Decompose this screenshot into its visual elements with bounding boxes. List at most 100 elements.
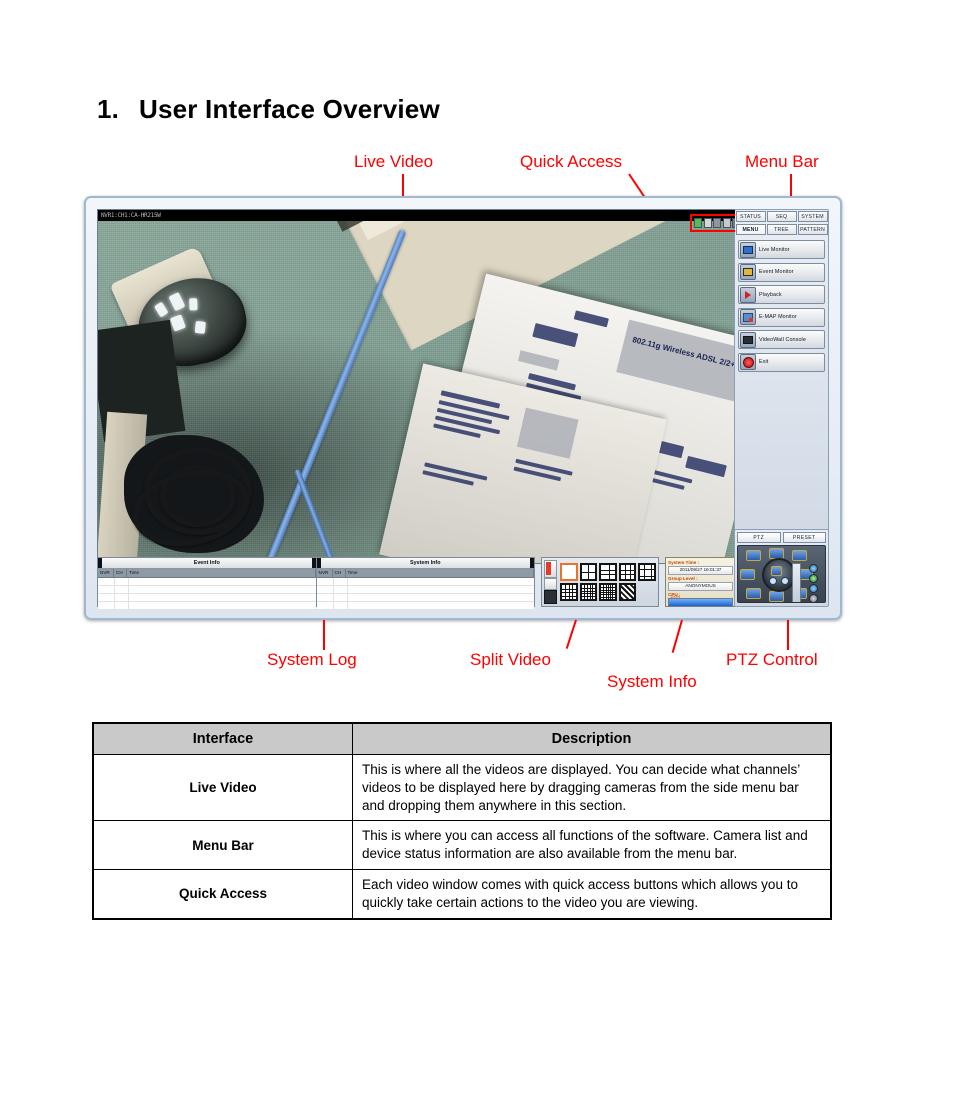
table-row[interactable]	[98, 578, 316, 586]
table-row[interactable]	[98, 602, 316, 610]
menu-button-live-monitor[interactable]: Live Monitor	[738, 240, 825, 259]
split-layout-4[interactable]	[579, 563, 598, 581]
leader-system-log	[323, 620, 325, 650]
ptz-zoom-in-icon[interactable]	[769, 577, 777, 585]
event-info-columns: NVR CH Time	[98, 569, 316, 578]
ptz-zoom-out-icon[interactable]	[781, 577, 789, 585]
table-row[interactable]	[98, 594, 316, 602]
column-ch: CH	[114, 569, 127, 577]
menu-button-event-monitor[interactable]: Event Monitor	[738, 262, 825, 282]
quick-access-ptz-icon[interactable]	[722, 218, 731, 228]
split-layout-36[interactable]	[599, 583, 617, 601]
video-osd-label: NVR1:CH1:CA-HR215W	[98, 210, 735, 221]
system-time-value: 2011/09/27 16:01:37	[668, 566, 733, 575]
tab-status[interactable]: STATUS	[735, 211, 766, 222]
ptz-tabs: PTZ PRESET	[737, 532, 826, 543]
ptz-down-left-button[interactable]	[746, 588, 761, 599]
menu-button-label: Playback	[759, 291, 782, 298]
menu-tabs-top: STATUS SEQ SYSTEM	[735, 210, 828, 223]
table-row: Menu Bar This is where you can access al…	[92, 820, 832, 871]
cell-interface: Live Video	[92, 753, 353, 822]
play-icon	[740, 286, 756, 303]
split-layout-13[interactable]	[638, 563, 656, 581]
event-info-title: Event Info	[98, 558, 316, 569]
header-description: Description	[352, 722, 832, 755]
ptz-down-button[interactable]	[769, 591, 784, 602]
monitor-icon	[740, 241, 756, 258]
quick-access-audio-icon[interactable]	[713, 218, 721, 228]
system-info-columns: NVR CH Time	[316, 569, 534, 578]
ptz-iris-icon[interactable]	[808, 574, 818, 583]
table-row: Quick Access Each video window comes wit…	[92, 869, 832, 920]
table-row[interactable]	[316, 602, 534, 610]
split-record-indicator[interactable]	[544, 560, 557, 578]
menu-button-emap-monitor[interactable]: E-MAP Monitor	[738, 307, 825, 327]
split-layout-16[interactable]	[560, 583, 578, 601]
split-layout-25[interactable]	[579, 583, 598, 601]
ptz-up-right-button[interactable]	[792, 550, 807, 561]
cpu-usage-value: 100%	[670, 594, 681, 599]
split-layout-9[interactable]	[618, 563, 637, 581]
menu-button-label: Live Monitor	[759, 246, 790, 253]
ptz-function-buttons	[803, 563, 823, 602]
split-layout-custom[interactable]	[618, 583, 637, 601]
system-info-title: System Info	[316, 558, 534, 569]
split-layout-buttons	[557, 563, 656, 601]
cell-interface: Menu Bar	[92, 820, 353, 871]
ptz-left-button[interactable]	[740, 569, 755, 580]
column-nvr: NVR	[317, 569, 333, 577]
table-row[interactable]	[316, 594, 534, 602]
cell-interface: Quick Access	[92, 869, 353, 920]
ptz-direction-pad[interactable]	[737, 545, 826, 603]
table-row[interactable]	[316, 586, 534, 594]
menu-button-videowall-console[interactable]: VideoWall Console	[738, 330, 825, 349]
map-icon	[740, 309, 756, 325]
event-info-rows[interactable]	[98, 578, 316, 610]
menu-button-exit[interactable]: Exit	[738, 352, 825, 372]
tab-tree[interactable]: TREE	[766, 224, 797, 235]
table-row[interactable]	[98, 586, 316, 594]
split-video-panel	[541, 557, 659, 607]
split-layout-1[interactable]	[560, 563, 578, 581]
column-time: Time	[127, 569, 316, 577]
section-number: 1.	[97, 94, 120, 124]
live-video-area[interactable]: NVR1:CH1:CA-HR215W 802.11g Wireless ADSL…	[97, 209, 736, 564]
menu-button-label: VideoWall Console	[759, 336, 806, 343]
ptz-up-left-button[interactable]	[746, 550, 761, 561]
annotation-menu-bar: Menu Bar	[745, 152, 819, 171]
system-info-rows[interactable]	[316, 578, 534, 610]
event-info-pane: Event Info NVR CH Time	[98, 558, 317, 610]
power-icon	[740, 354, 756, 370]
tab-ptz[interactable]: PTZ	[737, 532, 781, 543]
menu-button-label: E-MAP Monitor	[759, 314, 797, 320]
tab-menu[interactable]: MENU	[735, 224, 766, 235]
quick-access-record-icon[interactable]	[694, 218, 702, 228]
quick-access-snapshot-icon[interactable]	[703, 218, 712, 228]
ptz-focus-icon[interactable]	[808, 564, 818, 573]
ptz-tour-icon[interactable]	[808, 594, 818, 602]
cell-description: This is where you can access all functio…	[352, 820, 832, 871]
tab-pattern[interactable]: PATTERN	[797, 224, 828, 235]
ptz-speed-slider[interactable]	[792, 563, 801, 602]
cell-description: This is where all the videos are display…	[352, 753, 832, 822]
split-layout-6[interactable]	[599, 563, 617, 581]
system-log-panel: Event Info NVR CH Time System Info NVR C…	[97, 557, 535, 610]
table-row: Live Video This is where all the videos …	[92, 753, 832, 822]
table-row[interactable]	[316, 578, 534, 586]
menu-button-playback[interactable]: Playback	[738, 285, 825, 304]
tab-seq[interactable]: SEQ	[766, 211, 797, 222]
leader-system-info	[671, 619, 683, 653]
menu-button-label: Event Monitor	[759, 269, 794, 275]
event-monitor-icon	[740, 264, 756, 280]
split-page-indicator[interactable]	[544, 577, 557, 590]
system-info-status-panel: System Time : 2011/09/27 16:01:37 Group …	[665, 557, 736, 607]
header-interface: Interface	[92, 722, 353, 755]
split-matrix-icon[interactable]	[544, 589, 557, 604]
tab-preset[interactable]: PRESET	[782, 532, 826, 543]
ptz-home-button[interactable]	[771, 566, 782, 576]
tab-system[interactable]: SYSTEM	[797, 211, 828, 222]
ptz-auto-pan-icon[interactable]	[808, 584, 818, 593]
menu-button-label: Exit	[759, 359, 769, 365]
menu-button-list: Live Monitor Event Monitor Playback E-MA…	[735, 240, 828, 372]
quick-access-toolbar[interactable]	[694, 218, 735, 228]
